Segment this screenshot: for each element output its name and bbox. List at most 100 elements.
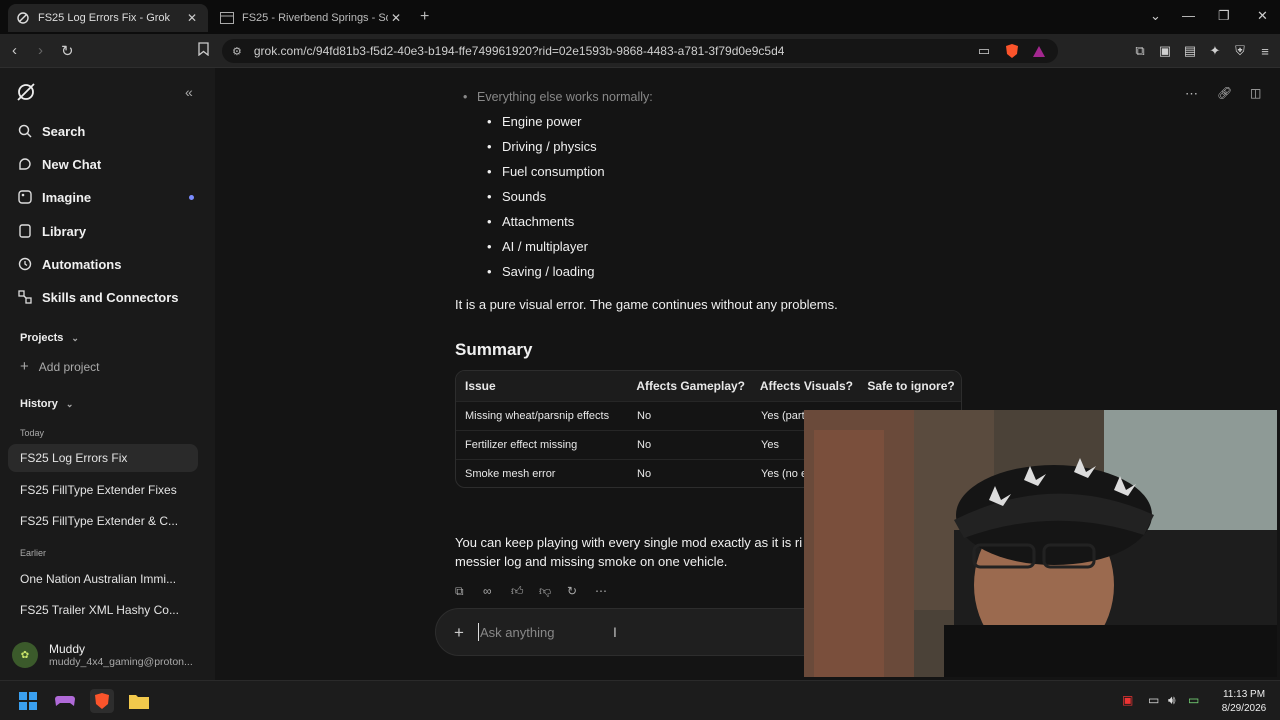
sidebar-toggle-icon[interactable]: ▣ — [1157, 43, 1173, 59]
history-item[interactable]: FS25 FillType Extender Fixes — [20, 483, 200, 497]
close-tab-icon[interactable]: ✕ — [184, 11, 200, 25]
brave-shields-icon[interactable] — [1004, 43, 1020, 59]
add-project-button[interactable]: + Add project — [20, 358, 99, 375]
table-cell: No — [637, 468, 652, 480]
history-item-active[interactable]: FS25 Log Errors Fix — [8, 444, 198, 472]
table-header: Issue — [465, 379, 496, 393]
text-cursor — [478, 623, 479, 641]
table-header: Affects Gameplay? — [636, 379, 746, 393]
connectors-icon — [16, 288, 34, 306]
clock-time: 11:13 PM — [1222, 689, 1266, 700]
table-cell: No — [637, 410, 652, 422]
gamepad-app-icon[interactable] — [53, 689, 77, 713]
summary-heading: Summary — [455, 340, 533, 359]
list-item: Fuel consumption — [487, 164, 605, 189]
grok-favicon-icon — [16, 11, 30, 25]
projects-label: Projects — [20, 332, 64, 344]
attach-plus-icon[interactable]: + — [454, 623, 464, 643]
closing-text-line: messier log and missing smoke on one veh… — [455, 554, 728, 569]
history-label: History — [20, 398, 58, 410]
new-tab-button[interactable]: + — [420, 8, 429, 26]
message-actions: ⧉ ∞ 👍︎ 👎︎ ↻ ⋯ — [455, 584, 623, 599]
windows-start-icon[interactable] — [16, 689, 40, 713]
history-item[interactable]: FS25 FillType Extender & C... — [20, 514, 200, 528]
chevron-down-icon: ⌄ — [65, 398, 74, 409]
leo-ai-icon[interactable]: ✦ — [1207, 43, 1223, 59]
closing-text-line: You can keep playing with every single m… — [455, 535, 803, 550]
wallet-icon[interactable]: ▤ — [1182, 43, 1198, 59]
site-favicon-icon — [220, 11, 234, 25]
brave-rewards-icon[interactable] — [1031, 43, 1047, 59]
link-icon[interactable]: ∞ — [483, 584, 511, 599]
sidebar-item-search[interactable]: Search — [16, 122, 85, 140]
windows-taskbar: ▣ ▭ 🔊︎ ▭ 11:13 PM 8/29/2026 — [0, 680, 1280, 720]
webcam-overlay — [804, 410, 1277, 677]
chevron-down-icon: ⌄ — [71, 332, 79, 343]
tab-grok[interactable]: FS25 Log Errors Fix - Grok ✕ — [8, 4, 208, 32]
battery-icon[interactable]: ▭ — [1188, 693, 1199, 707]
url-bar[interactable]: ⚙ grok.com/c/94fd81b3-f5d2-40e3-b194-ffe… — [222, 39, 1058, 63]
thumbs-up-icon[interactable]: 👍︎ — [511, 584, 539, 599]
pure-visual-text: It is a pure visual error. The game cont… — [455, 297, 838, 312]
table-cell: Smoke mesh error — [465, 468, 556, 480]
copy-icon[interactable]: ⧉ — [455, 584, 483, 599]
sidebar-item-automations[interactable]: Automations — [16, 255, 121, 273]
history-header[interactable]: History ⌄ — [20, 398, 73, 410]
list-item: Attachments — [487, 214, 605, 239]
projects-header[interactable]: Projects ⌄ — [20, 332, 79, 344]
collapse-sidebar-icon[interactable]: « — [185, 84, 193, 100]
close-window-icon[interactable]: ✕ — [1257, 8, 1268, 24]
brave-browser-icon[interactable] — [90, 689, 114, 713]
imagine-icon — [16, 188, 34, 206]
network-icon[interactable]: ▭ — [1148, 693, 1159, 707]
table-cell: Fertilizer effect missing — [465, 439, 578, 451]
history-item[interactable]: One Nation Australian Immi... — [20, 572, 200, 586]
back-icon[interactable]: ‹ — [12, 42, 17, 59]
menu-icon[interactable]: ≡ — [1257, 43, 1273, 59]
table-header-row: Issue Affects Gameplay? Affects Visuals?… — [456, 371, 961, 401]
maximize-icon[interactable]: ❐ — [1218, 8, 1230, 24]
list-item: Sounds — [487, 189, 605, 214]
sidebar-item-label: Skills and Connectors — [42, 289, 179, 305]
mouse-ibeam-cursor: I — [613, 624, 617, 640]
more-options-icon[interactable]: ⋯ — [1185, 86, 1198, 102]
vpn-icon[interactable]: ⛨ — [1232, 43, 1248, 59]
volume-icon[interactable]: 🔊︎ — [1168, 693, 1176, 708]
user-profile[interactable]: ✿ Muddy muddy_4x4_gaming@proton... — [12, 642, 199, 668]
close-tab-icon[interactable]: ✕ — [388, 11, 404, 25]
thumbs-down-icon[interactable]: 👎︎ — [539, 584, 567, 599]
site-settings-icon[interactable]: ⚙ — [232, 45, 242, 58]
sidebar: « Search New Chat Imagine Library Automa… — [0, 68, 215, 680]
bookmark-icon[interactable] — [198, 42, 209, 60]
grok-logo-icon[interactable] — [16, 82, 36, 107]
tab-label: FS25 Log Errors Fix - Grok — [38, 12, 171, 24]
table-header: Safe to ignore? — [867, 379, 955, 393]
sidebar-item-label: Library — [42, 223, 87, 239]
file-explorer-icon[interactable] — [127, 689, 151, 713]
minimize-icon[interactable]: — — [1182, 8, 1195, 23]
sidebar-item-skills-connectors[interactable]: Skills and Connectors — [16, 288, 179, 306]
tray-app-icon[interactable]: ▣ — [1122, 693, 1133, 707]
forward-icon[interactable]: › — [38, 42, 43, 59]
tab-riverbend[interactable]: FS25 - Riverbend Springs - Squigglze ✕ — [212, 4, 412, 32]
regenerate-icon[interactable]: ↻ — [567, 584, 595, 599]
bullet-list: Everything else works normally: — [463, 90, 653, 104]
tab-list-chevron-icon[interactable]: ⌄ — [1150, 8, 1161, 24]
sidebar-item-library[interactable]: Library — [16, 222, 86, 240]
more-icon[interactable]: ⋯ — [595, 584, 623, 599]
extensions-icon[interactable]: ⧉ — [1132, 43, 1148, 59]
sidebar-item-label: Automations — [42, 256, 122, 272]
cast-icon[interactable]: ▭ — [976, 43, 992, 59]
panel-toggle-icon[interactable]: ◫ — [1250, 86, 1261, 100]
reload-icon[interactable]: ↻ — [61, 42, 74, 60]
sidebar-item-imagine[interactable]: Imagine — [16, 188, 91, 206]
sidebar-item-label: Imagine — [42, 189, 92, 205]
today-label: Today — [20, 428, 45, 438]
earlier-label: Earlier — [20, 548, 47, 558]
sidebar-item-new-chat[interactable]: New Chat — [16, 155, 101, 173]
system-clock[interactable]: 11:13 PM 8/29/2026 — [1214, 688, 1274, 716]
history-item[interactable]: FS25 Trailer XML Hashy Co... — [20, 603, 200, 617]
sidebar-item-label: Search — [42, 123, 86, 139]
share-link-icon[interactable]: 🔗︎ — [1217, 86, 1232, 100]
plus-icon: + — [20, 358, 29, 375]
